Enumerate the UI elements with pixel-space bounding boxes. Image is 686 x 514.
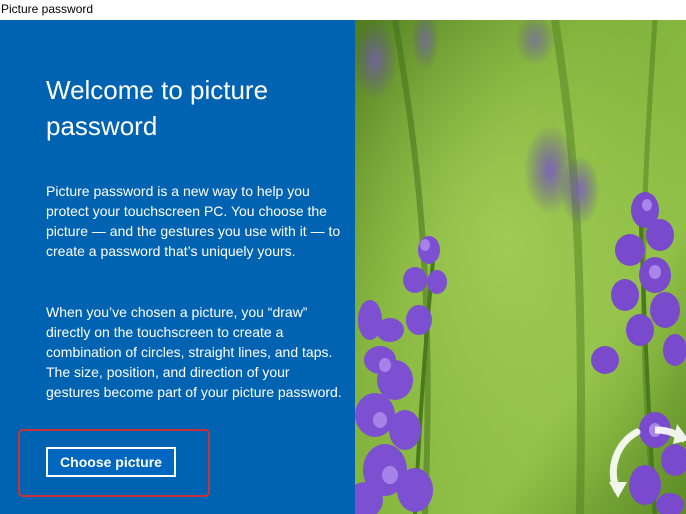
lavender-photo: [355, 20, 686, 514]
intro-paragraph: Picture password is a new way to help yo…: [46, 183, 341, 259]
choose-picture-button[interactable]: Choose picture: [46, 447, 176, 477]
window-title: Picture password: [1, 2, 94, 16]
title-bar: Picture password: [0, 0, 686, 21]
page-title: Welcome to picture password: [46, 75, 269, 141]
instructions-paragraph: When you’ve chosen a picture, you “draw”…: [46, 304, 342, 400]
